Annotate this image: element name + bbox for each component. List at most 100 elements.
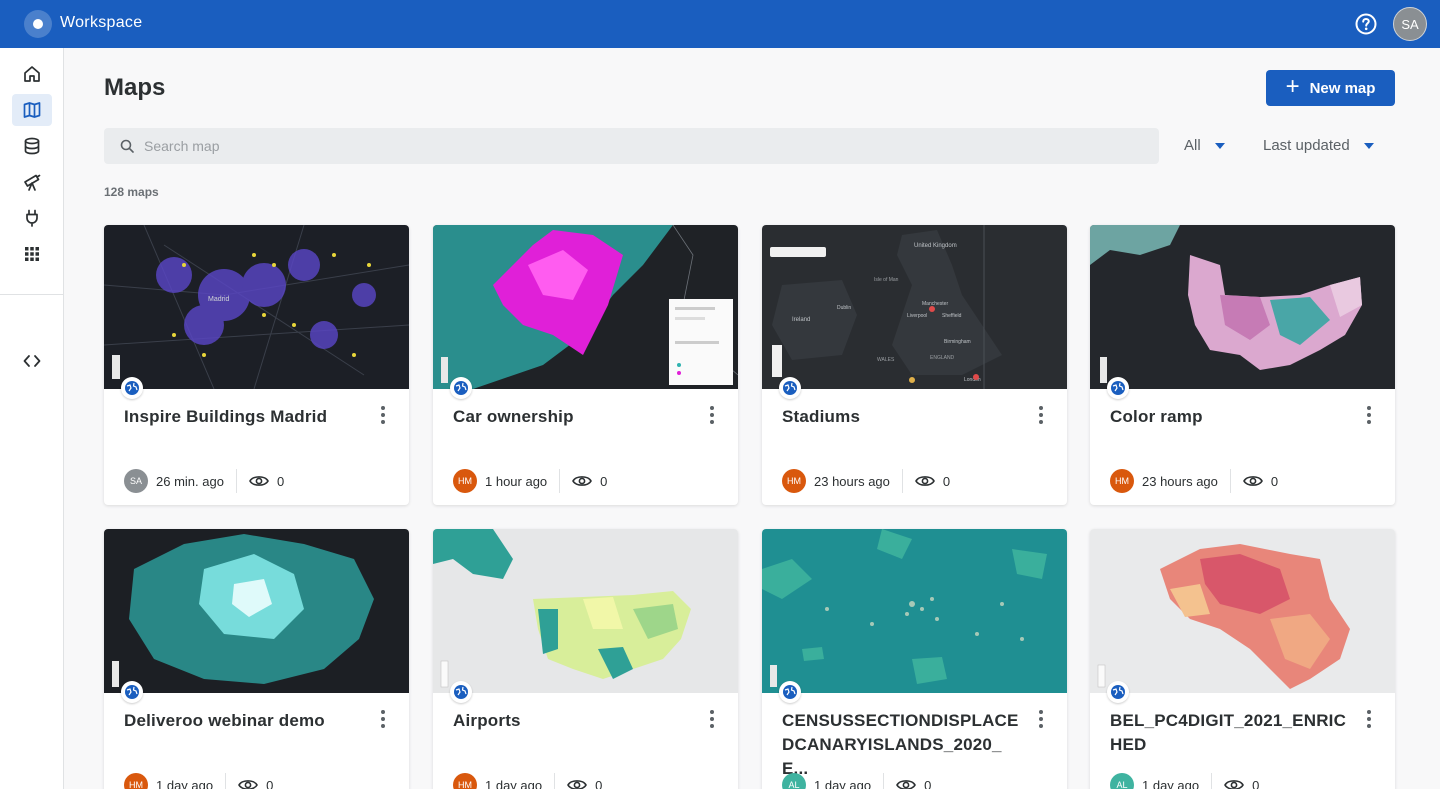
maps-count: 128 maps	[104, 185, 159, 199]
sidebar-item-connections[interactable]	[12, 202, 52, 234]
more-options-icon[interactable]	[1360, 405, 1378, 425]
meta-divider	[1211, 773, 1213, 789]
sort-label: Last updated	[1263, 137, 1350, 154]
map-thumbnail[interactable]: United Kingdom Isle of Man Manchester Li…	[762, 225, 1067, 389]
updated-time: 1 day ago	[156, 777, 214, 789]
more-options-icon[interactable]	[703, 405, 721, 425]
public-map-badge	[779, 681, 801, 703]
sidebar-item-explore[interactable]	[12, 166, 52, 198]
map-preview-stadiums: United Kingdom Isle of Man Manchester Li…	[762, 225, 1067, 389]
page-title: Maps	[104, 74, 166, 101]
globe-icon	[125, 685, 139, 699]
map-card[interactable]: CENSUSSECTIONDISPLACEDCANARYISLANDS_2020…	[762, 529, 1067, 789]
sidebar-item-apps[interactable]	[12, 238, 52, 270]
sidebar-item-data[interactable]	[12, 130, 52, 162]
updated-time: 23 hours ago	[814, 473, 890, 489]
map-title[interactable]: Inspire Buildings Madrid	[124, 405, 364, 429]
thumb-label: Birmingham	[944, 339, 971, 345]
meta-divider	[559, 469, 561, 493]
owner-avatar: SA	[124, 469, 148, 493]
map-card[interactable]: Deliveroo webinar demo HM 1 day ago 0	[104, 529, 409, 789]
map-meta: HM 23 hours ago 0	[1110, 469, 1278, 493]
thumb-label: Isle of Man	[874, 277, 899, 283]
map-card[interactable]: Color ramp HM 23 hours ago 0	[1090, 225, 1395, 505]
thumb-label: United Kingdom	[914, 243, 957, 249]
thumb-label: WALES	[877, 357, 895, 363]
help-circle-icon[interactable]	[1355, 13, 1377, 35]
map-thumbnail[interactable]	[433, 225, 738, 389]
public-map-badge	[779, 377, 801, 399]
more-options-icon[interactable]	[374, 405, 392, 425]
map-card[interactable]: Airports HM 1 day ago 0	[433, 529, 738, 789]
globe-icon	[783, 381, 797, 395]
updated-time: 1 day ago	[485, 777, 543, 789]
map-card[interactable]: Car ownership HM 1 hour ago 0	[433, 225, 738, 505]
map-preview-belgium	[1090, 529, 1395, 693]
owner-avatar: AL	[782, 773, 806, 789]
new-map-button[interactable]: + New map	[1266, 70, 1395, 106]
view-count: 0	[276, 473, 285, 489]
map-card[interactable]: Madrid Inspire Buildings Madrid SA 26 mi…	[104, 225, 409, 505]
map-preview-airports	[433, 529, 738, 693]
map-thumbnail[interactable]	[104, 529, 409, 693]
meta-divider	[883, 773, 885, 789]
updated-time: 26 min. ago	[156, 473, 224, 489]
map-meta: AL 1 day ago 0	[782, 773, 931, 789]
more-options-icon[interactable]	[1032, 405, 1050, 425]
map-thumbnail[interactable]	[433, 529, 738, 693]
meta-divider	[554, 773, 556, 789]
map-title[interactable]: Deliveroo webinar demo	[124, 709, 364, 733]
public-map-badge	[121, 377, 143, 399]
map-card[interactable]: BEL_PC4DIGIT_2021_ENRICHED AL 1 day ago …	[1090, 529, 1395, 789]
map-title[interactable]: Color ramp	[1110, 405, 1350, 429]
more-options-icon[interactable]	[1360, 709, 1378, 729]
map-title[interactable]: BEL_PC4DIGIT_2021_ENRICHED	[1110, 709, 1350, 757]
owner-avatar: AL	[1110, 773, 1134, 789]
sidebar-item-maps[interactable]	[12, 94, 52, 126]
map-thumbnail[interactable]	[1090, 225, 1395, 389]
map-card[interactable]: United Kingdom Isle of Man Manchester Li…	[762, 225, 1067, 505]
sort-dropdown[interactable]: Last updated	[1263, 137, 1374, 154]
globe-icon	[783, 685, 797, 699]
plus-icon: +	[1285, 73, 1300, 100]
map-title[interactable]: Airports	[453, 709, 693, 733]
logo-dot	[33, 19, 43, 29]
map-title[interactable]: Stadiums	[782, 405, 1022, 429]
map-thumbnail[interactable]	[1090, 529, 1395, 693]
search-input[interactable]	[144, 138, 1044, 154]
public-map-badge	[450, 681, 472, 703]
more-options-icon[interactable]	[1032, 709, 1050, 729]
owner-avatar: HM	[453, 469, 477, 493]
map-meta: HM 1 hour ago 0	[453, 469, 607, 493]
thumb-label: ENGLAND	[930, 355, 955, 361]
owner-avatar: HM	[124, 773, 148, 789]
thumb-label: Madrid	[208, 296, 230, 303]
more-options-icon[interactable]	[374, 709, 392, 729]
workspace-logo[interactable]	[24, 10, 52, 38]
type-filter-label: All	[1184, 137, 1201, 154]
map-preview-car-ownership	[433, 225, 738, 389]
globe-icon	[125, 381, 139, 395]
owner-avatar: HM	[453, 773, 477, 789]
eye-icon	[238, 780, 259, 789]
eye-icon	[567, 780, 588, 789]
user-avatar[interactable]: SA	[1393, 7, 1427, 41]
map-meta: SA 26 min. ago 0	[124, 469, 284, 493]
more-options-icon[interactable]	[703, 709, 721, 729]
thumb-label: Liverpool	[907, 313, 927, 319]
map-thumbnail[interactable]	[762, 529, 1067, 693]
map-thumbnail[interactable]: Madrid	[104, 225, 409, 389]
updated-time: 1 hour ago	[485, 473, 548, 489]
meta-divider	[235, 469, 237, 493]
map-title[interactable]: Car ownership	[453, 405, 693, 429]
updated-time: 23 hours ago	[1142, 473, 1218, 489]
meta-divider	[225, 773, 227, 789]
map-meta: HM 1 day ago 0	[124, 773, 273, 789]
sidebar-item-developers[interactable]	[12, 345, 52, 377]
map-title[interactable]: CENSUSSECTIONDISPLACEDCANARYISLANDS_2020…	[782, 709, 1022, 781]
sidebar-item-home[interactable]	[12, 58, 52, 90]
updated-time: 1 day ago	[814, 777, 872, 789]
type-filter-dropdown[interactable]: All	[1184, 137, 1225, 154]
view-count: 0	[1270, 473, 1279, 489]
owner-avatar: HM	[782, 469, 806, 493]
